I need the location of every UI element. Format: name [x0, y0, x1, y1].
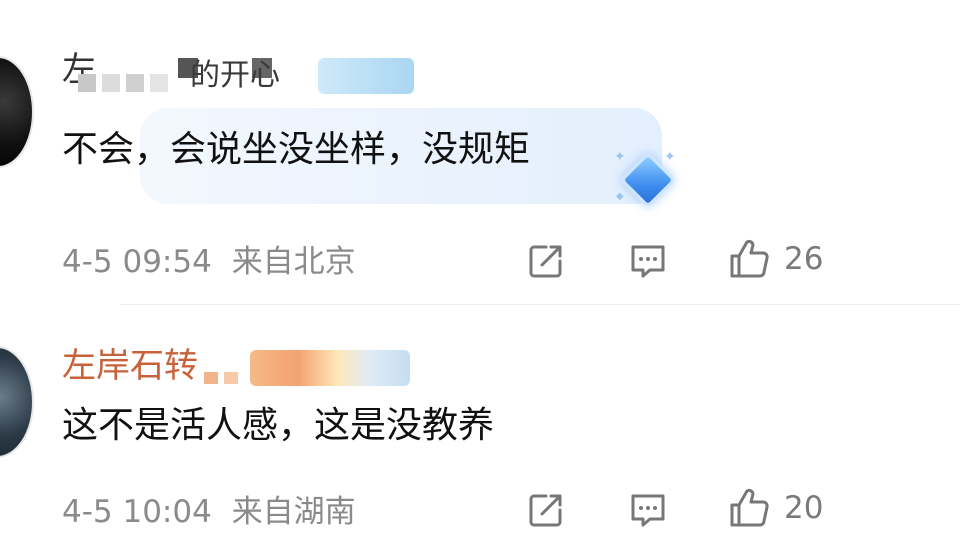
username[interactable]: 左岸石转: [62, 346, 198, 386]
user-badge-icon: [318, 58, 414, 94]
comment-item: 左 的开心 ✦ ✦ ◆ 不会，会说坐没坐样，没规矩 4-5 09:54 来自北京: [0, 0, 960, 300]
comment-time: 4-5 09:54: [62, 244, 212, 280]
comment-meta: 4-5 10:04 来自湖南: [62, 494, 356, 530]
reply-button[interactable]: [628, 241, 668, 281]
comment-location: 来自北京: [231, 244, 356, 280]
username-text: 左岸石转: [62, 346, 198, 386]
username-suffix: 的开心: [190, 58, 280, 93]
comment-feed: 左 的开心 ✦ ✦ ◆ 不会，会说坐没坐样，没规矩 4-5 09:54 来自北京: [0, 0, 960, 540]
username-redaction: [78, 74, 168, 92]
avatar[interactable]: [0, 56, 34, 168]
comment-icon: [631, 494, 665, 527]
comment-item: 左岸石转 这不是活人感，这是没教养 4-5 10:04 来自湖南 20: [0, 300, 960, 540]
share-button[interactable]: [526, 490, 566, 530]
thumbs-up-icon: [730, 239, 769, 278]
reply-button[interactable]: [628, 490, 668, 530]
comment-location: 来自湖南: [231, 494, 356, 530]
user-badge-icon: [250, 350, 410, 386]
comment-time: 4-5 10:04: [62, 494, 212, 530]
thumbs-up-icon: [730, 488, 769, 527]
share-icon: [529, 245, 562, 278]
comment-meta: 4-5 09:54 来自北京: [62, 244, 356, 280]
sparkle-icon: ✦: [664, 149, 676, 165]
avatar[interactable]: [0, 346, 34, 458]
sparkle-icon: ◆: [616, 191, 624, 202]
share-button[interactable]: [526, 241, 566, 281]
comment-text: 不会，会说坐没坐样，没规矩: [62, 129, 531, 170]
username-redaction: [204, 372, 238, 384]
comment-text: 这不是活人感，这是没教养: [62, 405, 495, 446]
like-count: 26: [784, 241, 824, 277]
sparkle-icon: ✦: [614, 149, 626, 165]
comment-icon: [631, 245, 665, 278]
share-icon: [529, 494, 562, 527]
like-button[interactable]: 20: [728, 487, 823, 529]
like-button[interactable]: 26: [728, 238, 823, 280]
like-count: 20: [784, 490, 824, 526]
